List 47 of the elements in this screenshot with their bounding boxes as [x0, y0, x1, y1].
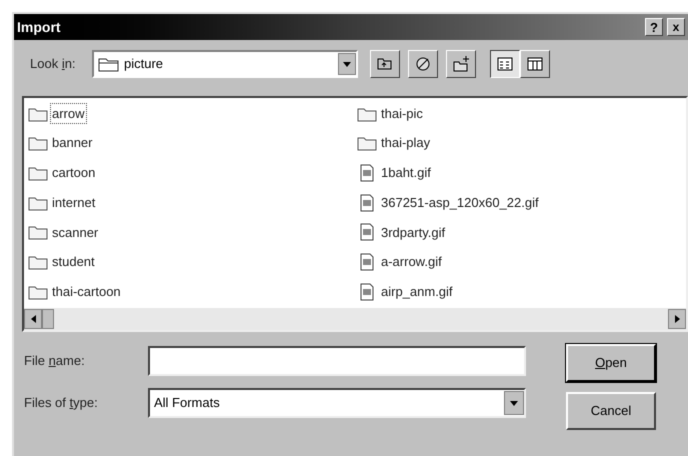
- scroll-left-icon[interactable]: [24, 309, 42, 329]
- folder-icon: [28, 194, 48, 211]
- file-type-label: Files of type:: [24, 394, 99, 412]
- file-name[interactable]: 3rdparty.gif: [380, 222, 446, 242]
- folder-name[interactable]: scanner: [51, 222, 100, 242]
- folder-name[interactable]: banner: [51, 133, 94, 153]
- up-folder-button[interactable]: [370, 50, 400, 78]
- window-title: Import: [17, 18, 61, 37]
- file-type-dropdown[interactable]: All Formats: [148, 388, 526, 418]
- folder-name[interactable]: internet: [51, 192, 96, 212]
- folder-icon: [357, 106, 377, 122]
- folder-name[interactable]: student: [51, 252, 96, 272]
- file-type-value: All Formats: [154, 394, 221, 412]
- look-in-label: Look in:: [30, 55, 77, 74]
- details-view-button[interactable]: [520, 50, 550, 78]
- folder-icon: [28, 106, 48, 122]
- folder-icon: [28, 135, 48, 152]
- folder-icon: [28, 164, 48, 181]
- new-folder-icon: [451, 54, 471, 74]
- folder-name[interactable]: thai-play: [380, 133, 432, 153]
- look-in-value: picture: [124, 55, 164, 74]
- close-button[interactable]: x: [667, 18, 685, 36]
- folder-name[interactable]: thai-pic: [380, 104, 424, 124]
- file-name[interactable]: 1baht.gif: [380, 163, 432, 183]
- scroll-thumb[interactable]: [42, 309, 54, 329]
- file-name-label: File name:: [24, 352, 86, 370]
- look-in-dropdown[interactable]: picture: [92, 50, 358, 78]
- folder-icon: [28, 224, 48, 240]
- horizontal-scrollbar[interactable]: [24, 308, 686, 330]
- file-name[interactable]: airp_anm.gif: [380, 282, 454, 302]
- folder-icon: [28, 254, 48, 270]
- list-view-button[interactable]: [490, 50, 520, 78]
- folder-icon: [98, 56, 120, 72]
- folder-name[interactable]: cartoon: [51, 163, 96, 183]
- new-folder-button[interactable]: [446, 50, 476, 78]
- cancel-button[interactable]: Cancel: [566, 392, 656, 430]
- file-name[interactable]: a-arrow.gif: [380, 252, 443, 272]
- folder-icon: [28, 284, 48, 300]
- scroll-right-icon[interactable]: [668, 309, 686, 329]
- file-name[interactable]: 367251-asp_120x60_22.gif: [380, 192, 540, 212]
- folder-name[interactable]: thai-cartoon: [51, 282, 122, 302]
- file-name-field[interactable]: [148, 346, 526, 376]
- open-button[interactable]: Open: [566, 344, 656, 382]
- folder-icon: [357, 135, 377, 152]
- desktop-button[interactable]: [408, 50, 438, 78]
- help-button[interactable]: ?: [645, 18, 663, 36]
- folder-name[interactable]: arrow: [51, 104, 86, 124]
